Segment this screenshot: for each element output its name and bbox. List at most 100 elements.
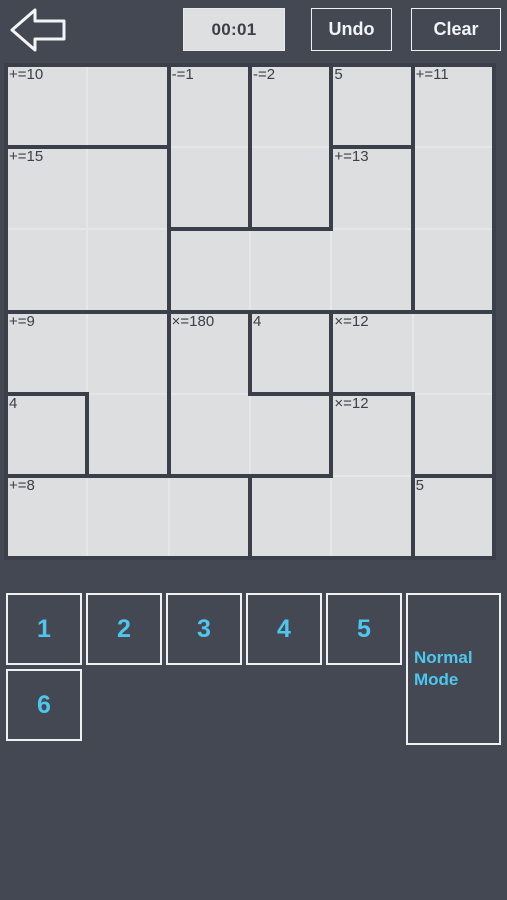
cage-border — [4, 309, 8, 396]
number-button-3[interactable]: 3 — [166, 593, 242, 665]
cage-border — [248, 309, 334, 314]
grid-cell[interactable] — [250, 147, 332, 230]
grid-cell[interactable] — [331, 229, 413, 312]
grid-cell[interactable] — [331, 475, 413, 558]
number-button-label: 6 — [37, 690, 51, 719]
cage-clue: 4 — [9, 394, 18, 412]
cage-border — [492, 309, 496, 396]
back-button[interactable] — [6, 4, 72, 56]
cage-border — [248, 63, 334, 67]
grid-cell[interactable] — [168, 393, 250, 476]
cage-border — [85, 309, 171, 314]
grid-cell[interactable]: +=9 — [6, 311, 88, 394]
cage-border — [410, 227, 415, 314]
number-button-4[interactable]: 4 — [246, 593, 322, 665]
top-toolbar: 00:01 Undo Clear — [0, 0, 507, 63]
grid-cell[interactable] — [87, 475, 169, 558]
puzzle-grid[interactable]: +=10 -=1 -=2 5 +=11 +=15 +=13 +=9 ×=180 4 ×=12 4 ×=1… — [4, 63, 496, 560]
cage-clue: +=8 — [9, 476, 35, 494]
number-button-label: 3 — [197, 614, 211, 643]
grid-cell[interactable] — [6, 229, 88, 312]
number-button-2[interactable]: 2 — [86, 593, 162, 665]
cage-border — [166, 309, 252, 314]
grid-cell[interactable] — [168, 475, 250, 558]
cage-border — [329, 556, 415, 560]
cage-border — [410, 473, 415, 560]
undo-label: Undo — [328, 19, 375, 39]
grid-cell[interactable] — [412, 147, 494, 230]
grid-cell[interactable]: ×=180 — [168, 311, 250, 394]
cage-border — [4, 473, 90, 478]
grid-cell[interactable]: -=2 — [250, 65, 332, 148]
grid-cell[interactable] — [87, 393, 169, 476]
grid-cell[interactable]: ×=12 — [331, 393, 413, 476]
cage-border — [410, 556, 496, 560]
cage-border — [329, 309, 334, 396]
grid-cell[interactable]: 4 — [250, 311, 332, 394]
grid-cell[interactable]: +=13 — [331, 147, 413, 230]
grid-cell[interactable] — [168, 229, 250, 312]
number-button-label: 1 — [37, 614, 51, 643]
cage-border — [492, 63, 496, 150]
undo-button[interactable]: Undo — [311, 8, 392, 51]
cage-border — [248, 145, 252, 232]
cage-border — [410, 391, 415, 478]
number-button-5[interactable]: 5 — [326, 593, 402, 665]
grid-cell[interactable] — [87, 147, 169, 230]
grid-cell[interactable] — [250, 229, 332, 312]
grid-cell[interactable]: 4 — [6, 393, 88, 476]
grid-cell[interactable]: ×=12 — [331, 311, 413, 394]
grid-cell[interactable]: +=11 — [412, 65, 494, 148]
cage-border — [4, 145, 8, 232]
mode-label: Normal Mode — [414, 648, 473, 689]
cage-border — [166, 63, 252, 67]
cage-border — [492, 227, 496, 314]
grid-cell[interactable] — [87, 311, 169, 394]
cage-border — [410, 63, 496, 67]
cage-border — [166, 473, 252, 478]
cage-border — [329, 63, 334, 150]
number-button-label: 5 — [357, 614, 371, 643]
cage-border — [4, 391, 8, 478]
cage-clue: ×=12 — [334, 312, 369, 330]
cage-clue: +=13 — [334, 148, 369, 166]
cage-border — [410, 309, 496, 314]
cage-border — [248, 227, 334, 232]
cage-border — [248, 309, 252, 396]
grid-cell[interactable]: +=10 — [6, 65, 88, 148]
number-button-1[interactable]: 1 — [6, 593, 82, 665]
number-button-6[interactable]: 6 — [6, 669, 82, 741]
cage-clue: ×=12 — [334, 394, 369, 412]
cage-border — [248, 473, 334, 478]
grid-cell[interactable] — [412, 229, 494, 312]
grid-cell[interactable] — [250, 475, 332, 558]
cage-clue: ×=180 — [171, 312, 215, 330]
grid-cell[interactable] — [412, 311, 494, 394]
cage-clue: +=11 — [415, 66, 449, 83]
grid-cell[interactable] — [168, 147, 250, 230]
cage-border — [4, 309, 90, 314]
cage-border — [85, 63, 171, 67]
puzzle-grid-container: +=10 -=1 -=2 5 +=11 +=15 +=13 +=9 ×=180 4 ×=12 4 ×=1… — [4, 63, 496, 560]
grid-cell[interactable] — [87, 65, 169, 148]
grid-cell[interactable]: 5 — [331, 65, 413, 148]
cage-border — [166, 556, 252, 560]
cage-border — [4, 63, 8, 150]
cage-border — [492, 145, 496, 232]
clear-button[interactable]: Clear — [411, 8, 501, 51]
grid-cell[interactable] — [250, 393, 332, 476]
mode-toggle-button[interactable]: Normal Mode — [406, 593, 501, 745]
cage-clue: 4 — [253, 312, 262, 330]
grid-cell[interactable]: +=15 — [6, 147, 88, 230]
grid-cell[interactable] — [87, 229, 169, 312]
grid-cell[interactable]: 5 — [412, 475, 494, 558]
grid-cell[interactable]: -=1 — [168, 65, 250, 148]
cage-border — [4, 391, 90, 396]
cage-clue: 5 — [415, 476, 424, 494]
cage-border — [410, 145, 415, 232]
cage-border — [329, 145, 334, 232]
grid-cell[interactable]: +=8 — [6, 475, 88, 558]
number-button-label: 4 — [277, 614, 291, 643]
cage-border — [492, 391, 496, 478]
grid-cell[interactable] — [412, 393, 494, 476]
